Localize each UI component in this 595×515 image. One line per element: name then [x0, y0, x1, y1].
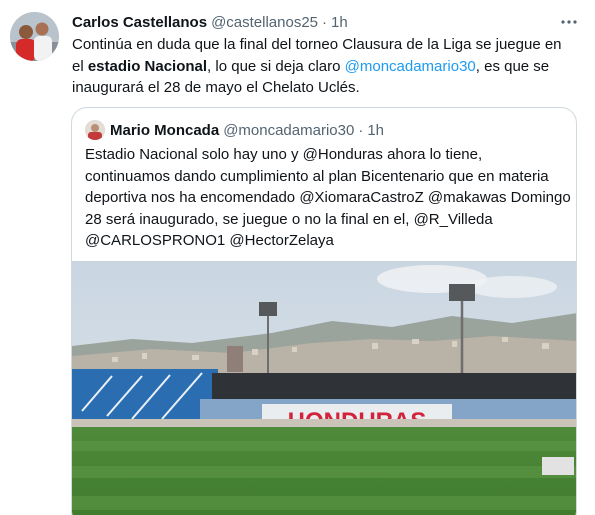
tweet[interactable]: Carlos Castellanos @castellanos25 · 1h C… [0, 0, 595, 515]
tweet-text-part: , lo que si deja claro [207, 57, 345, 75]
author-avatar-image [10, 12, 59, 61]
quoted-tweet[interactable]: Mario Moncada @moncadamario30 · 1h Estad… [71, 107, 577, 515]
author-avatar[interactable] [10, 12, 59, 61]
tweet-text: Continúa en duda que la final del torneo… [72, 34, 577, 99]
quoted-tweet-header: Mario Moncada @moncadamario30 · 1h [110, 120, 384, 140]
tweet-timestamp[interactable]: 1h [331, 14, 348, 31]
mention-link[interactable]: @moncadamario30 [345, 58, 476, 75]
author-handle[interactable]: @castellanos25 [211, 14, 318, 31]
quoted-header-separator: · [358, 121, 364, 139]
header-separator: · [322, 13, 328, 31]
tweet-text-bold: estadio Nacional [87, 57, 208, 75]
more-horizontal-icon [561, 20, 577, 24]
quoted-tweet-timestamp[interactable]: 1h [367, 122, 384, 139]
author-name[interactable]: Carlos Castellanos [72, 14, 207, 31]
stadium-photo-image: HONDURAS [72, 261, 576, 515]
quoted-author-avatar[interactable] [85, 120, 105, 140]
quoted-author-name[interactable]: Mario Moncada [110, 122, 219, 139]
tweet-header: Carlos Castellanos @castellanos25 · 1h [72, 12, 348, 32]
quoted-author-avatar-image [85, 120, 105, 140]
quoted-tweet-text: Estadio Nacional solo hay uno y @Hondura… [85, 146, 571, 249]
quoted-author-handle[interactable]: @moncadamario30 [223, 122, 354, 139]
stadium-photo[interactable]: HONDURAS [72, 261, 576, 515]
more-options-button[interactable] [556, 10, 582, 34]
